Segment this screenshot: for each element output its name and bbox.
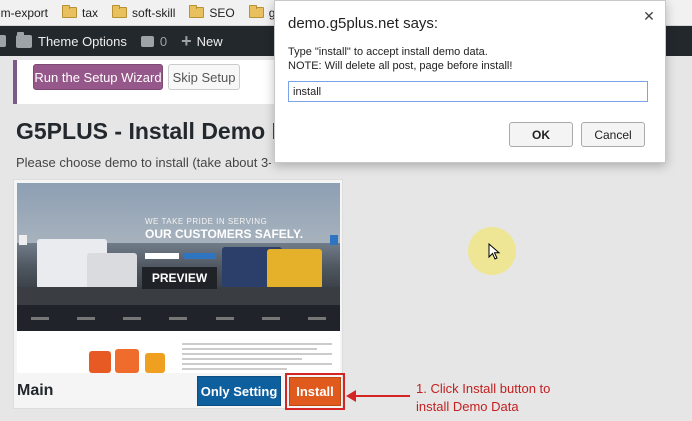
bookmark-soft-skill[interactable]: soft-skill	[112, 5, 176, 20]
only-setting-button[interactable]: Only Setting	[197, 376, 281, 406]
truck-image	[115, 349, 139, 373]
folder-icon	[189, 5, 205, 18]
bookmark-label: im-export	[0, 5, 49, 20]
annotation-line-2: install Demo Data	[416, 399, 519, 414]
hero-title: OUR CUSTOMERS SAFELY.	[145, 227, 304, 241]
bookmark-seo[interactable]: SEO	[189, 5, 235, 20]
preview-label[interactable]: PREVIEW	[142, 267, 217, 289]
slider-next-icon	[330, 235, 338, 245]
folder-icon	[16, 31, 32, 48]
truck-image	[267, 249, 322, 289]
comments-count: 0	[159, 33, 168, 49]
close-icon[interactable]: ✕	[642, 8, 656, 24]
truck-image	[89, 351, 111, 373]
folder-icon	[62, 5, 78, 18]
skip-setup-button[interactable]: Skip Setup	[168, 64, 240, 90]
admin-bar-comments[interactable]: 0	[140, 33, 168, 49]
run-setup-wizard-button[interactable]: Run the Setup Wizard	[33, 64, 163, 90]
notice-accent	[13, 60, 17, 104]
preview-text-lines	[182, 343, 332, 373]
preview-nav	[17, 305, 340, 331]
page-subtitle: Please choose demo to install (take abou…	[16, 155, 271, 170]
folder-icon	[112, 5, 128, 18]
admin-bar-cut-item[interactable]	[0, 35, 6, 47]
admin-bar-theme-options[interactable]: Theme Options	[16, 31, 127, 49]
bookmark-label: SEO	[209, 5, 235, 20]
dialog-message: Type "install" to accept install demo da…	[288, 45, 512, 73]
preview-road	[17, 287, 340, 305]
slider-prev-icon	[19, 235, 27, 245]
prompt-dialog: demo.g5plus.net says: ✕ Type "install" t…	[274, 0, 666, 163]
dialog-message-line-2: NOTE: Will delete all post, page before …	[288, 60, 513, 72]
preview-hero: WE TAKE PRIDE IN SERVING OUR CUSTOMERS S…	[17, 183, 340, 305]
plus-icon: +	[181, 31, 192, 51]
arrow-left-icon	[346, 390, 356, 402]
nav-mark	[77, 316, 96, 320]
comment-bubble-icon	[140, 35, 154, 47]
hero-button-shape	[145, 253, 179, 259]
folder-icon	[248, 5, 264, 18]
demo-preview-image[interactable]: WE TAKE PRIDE IN SERVING OUR CUSTOMERS S…	[17, 183, 340, 373]
nav-mark	[261, 316, 280, 320]
annotation-line-1: 1. Click Install button to	[416, 381, 551, 396]
bookmark-label: soft-skill	[132, 5, 176, 20]
install-button[interactable]: Install	[289, 377, 341, 406]
admin-bar-new[interactable]: + New	[181, 31, 223, 51]
nav-mark	[215, 316, 234, 320]
nav-mark	[123, 316, 142, 320]
bookmark-im-export[interactable]: im-export	[0, 6, 48, 20]
demo-name: Main	[17, 382, 54, 399]
bookmark-tax[interactable]: tax	[62, 5, 99, 20]
dialog-input[interactable]	[288, 81, 648, 102]
partial-icon	[0, 35, 6, 47]
truck-image	[87, 253, 137, 289]
bookmark-label: tax	[82, 5, 99, 20]
cancel-button[interactable]: Cancel	[581, 122, 645, 147]
nav-mark	[31, 316, 50, 320]
page-title: G5PLUS - Install Demo D	[16, 118, 276, 144]
nav-mark	[169, 316, 188, 320]
annotation-text: 1. Click Install button to install Demo …	[416, 380, 550, 416]
nav-mark	[307, 316, 326, 320]
cursor-icon	[488, 243, 501, 260]
dialog-message-line-1: Type "install" to accept install demo da…	[288, 46, 488, 58]
ok-button[interactable]: OK	[509, 122, 573, 147]
dialog-title: demo.g5plus.net says:	[288, 15, 439, 32]
hero-button-shape	[184, 253, 216, 259]
annotation-arrow	[354, 395, 410, 397]
truck-image	[145, 353, 165, 373]
hero-small-text: WE TAKE PRIDE IN SERVING	[145, 217, 268, 226]
new-label: New	[196, 33, 223, 49]
theme-options-label: Theme Options	[38, 33, 127, 49]
